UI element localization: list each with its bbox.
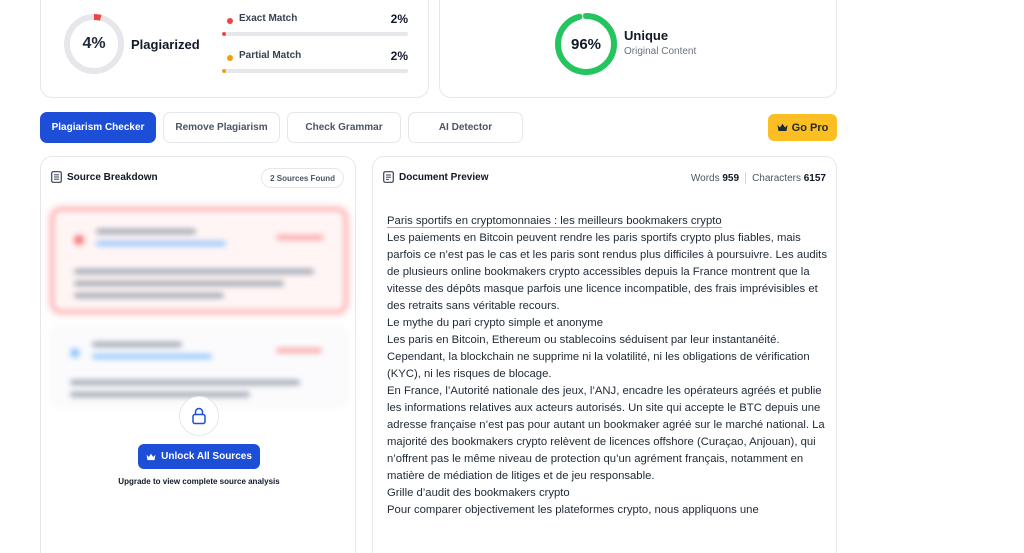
tab-remove-plagiarism[interactable]: Remove Plagiarism	[163, 112, 280, 143]
source-breakdown-title: Source Breakdown	[67, 171, 158, 183]
exact-match-value: 2%	[390, 12, 408, 26]
plagiarism-summary-card: 4% Plagiarized Exact Match 2% Partial Ma…	[40, 0, 429, 98]
crown-icon	[777, 123, 788, 131]
source-breakdown-header: Source Breakdown	[51, 171, 158, 183]
source-breakdown-panel: Source Breakdown 2 Sources Found Unlock …	[40, 156, 356, 553]
exact-match-label: Exact Match	[239, 13, 298, 24]
partial-match-dot-icon	[227, 55, 233, 61]
document-paragraph: En France, l’Autorité nationale des jeux…	[387, 385, 825, 482]
document-icon	[383, 171, 394, 183]
partial-match-value: 2%	[390, 49, 408, 63]
stats-divider	[745, 172, 747, 184]
plagiarized-label: Plagiarized	[131, 37, 200, 52]
tab-ai-detector[interactable]: AI Detector	[408, 112, 523, 143]
unique-ring: 96%	[554, 12, 618, 76]
unique-subtitle: Original Content	[624, 46, 697, 57]
partial-match-label: Partial Match	[239, 50, 302, 61]
unique-summary-card: 96% Unique Original Content	[439, 0, 837, 98]
unlock-all-sources-label: Unlock All Sources	[161, 451, 252, 462]
document-paragraph: Les paiements en Bitcoin peuvent rendre …	[387, 232, 827, 312]
document-preview-panel: Document Preview Words 959 Characters 61…	[372, 156, 837, 553]
upgrade-message: Upgrade to view complete source analysis	[118, 477, 280, 486]
plagiarism-percent: 4%	[82, 35, 106, 52]
go-pro-label: Go Pro	[791, 121, 829, 134]
document-text: Paris sportifs en cryptomonnaies : les m…	[387, 213, 827, 519]
locked-source-item	[51, 208, 347, 313]
document-preview-header: Document Preview	[383, 171, 488, 183]
sources-found-badge: 2 Sources Found	[261, 168, 344, 188]
document-paragraph: Paris sportifs en cryptomonnaies : les m…	[387, 215, 722, 228]
tab-check-grammar[interactable]: Check Grammar	[287, 112, 401, 143]
list-document-icon	[51, 171, 62, 183]
lock-icon	[179, 396, 219, 436]
unique-percent: 96%	[570, 35, 602, 53]
document-paragraph: Grille d’audit des bookmakers crypto	[387, 487, 570, 499]
unique-title: Unique	[624, 28, 669, 43]
document-paragraph: Les paris en Bitcoin, Ethereum ou stable…	[387, 334, 810, 380]
word-count: Words 959	[690, 172, 740, 184]
document-paragraph: Le mythe du pari crypto simple et anonym…	[387, 317, 604, 329]
go-pro-button[interactable]: Go Pro	[768, 114, 837, 141]
unlock-all-sources-button[interactable]: Unlock All Sources	[138, 444, 260, 469]
tab-plagiarism-checker[interactable]: Plagiarism Checker	[40, 112, 156, 143]
document-preview-title: Document Preview	[399, 171, 489, 183]
locked-source-item	[51, 327, 347, 407]
partial-match-bar	[222, 69, 408, 73]
exact-match-dot-icon	[227, 18, 233, 24]
plagiarism-ring: 4%	[63, 13, 125, 75]
exact-match-bar	[222, 32, 408, 36]
document-stats: Words 959 Characters 6157	[691, 172, 826, 184]
crown-icon	[146, 453, 156, 460]
document-paragraph: Pour comparer objectivement les platefor…	[387, 504, 759, 516]
character-count: Characters 6157	[752, 172, 826, 184]
